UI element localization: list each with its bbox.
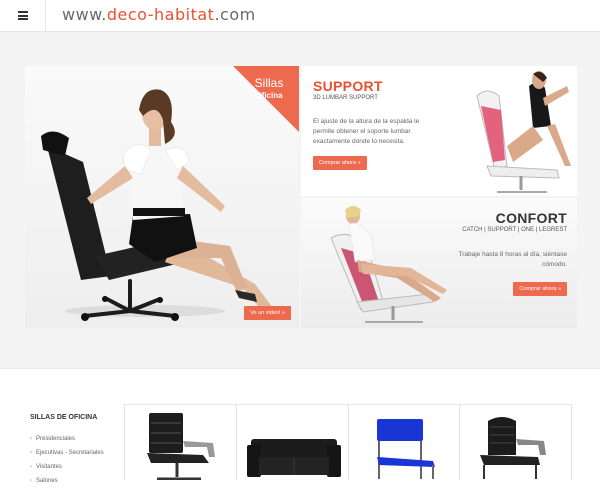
logo-prefix: www. [62,5,107,24]
product-card[interactable] [125,405,237,480]
ribbon-subtitle: Oficina [255,91,283,100]
support-panel[interactable]: SUPPORT 3D LUMBAR SUPPORT El ajuste de l… [301,66,577,196]
ribbon-title: Sillas [254,76,284,90]
sidebar-title: SILLAS DE OFICINA [30,414,98,421]
sidebar-item-salones[interactable]: Salones [30,474,104,488]
support-description: El ajuste de la altura de la espalda le … [313,118,420,145]
confort-chair-photo [330,206,447,323]
confort-description: Trabaje hasta 8 horas al día, siéntase c… [458,251,567,268]
hero-main-panel[interactable]: Sillas Oficina Ve un video! » [25,66,299,328]
hero-banner: Sillas Oficina Ve un video! » SUPPORT 3D… [25,66,577,328]
support-chair-photo [476,71,571,193]
category-ribbon-text: Sillas Oficina [245,76,293,101]
support-title: SUPPORT [313,78,383,94]
sofa-image [246,439,341,477]
product-card[interactable] [237,405,349,480]
sidebar-item-visitantes[interactable]: Visitantes [30,460,104,474]
watch-video-button[interactable]: Ve un video! » [244,306,291,320]
product-card[interactable] [349,405,461,480]
support-buy-button[interactable]: Comprar ahora » [313,156,367,170]
confort-subtitle: CATCH | SUPPORT | ONE | LEGREST [462,227,567,233]
site-logo[interactable]: www.deco-habitat.com [62,5,256,24]
sidebar-item-presidenciales[interactable]: Presidenciales [30,432,104,446]
menu-button[interactable] [0,0,46,31]
sidebar-item-ejecutivas[interactable]: Ejecutivas - Secretariales [30,446,104,460]
site-header: www.deco-habitat.com [0,0,600,32]
confort-title: CONFORT [495,210,567,226]
confort-panel[interactable]: CONFORT CATCH | SUPPORT | ONE | LEGREST … [301,198,577,328]
product-grid [124,404,572,480]
menu-icon [17,11,28,20]
visitor-chair-image [376,419,435,479]
support-subtitle: 3D LUMBAR SUPPORT [313,95,378,101]
product-card[interactable] [460,405,571,480]
confort-buy-button[interactable]: Comprar ahora » [513,282,567,296]
logo-brand: deco-habitat [106,5,215,24]
executive-chair-image [147,413,215,480]
logo-suffix: .com [214,5,256,24]
mesh-chair-image [480,417,547,479]
